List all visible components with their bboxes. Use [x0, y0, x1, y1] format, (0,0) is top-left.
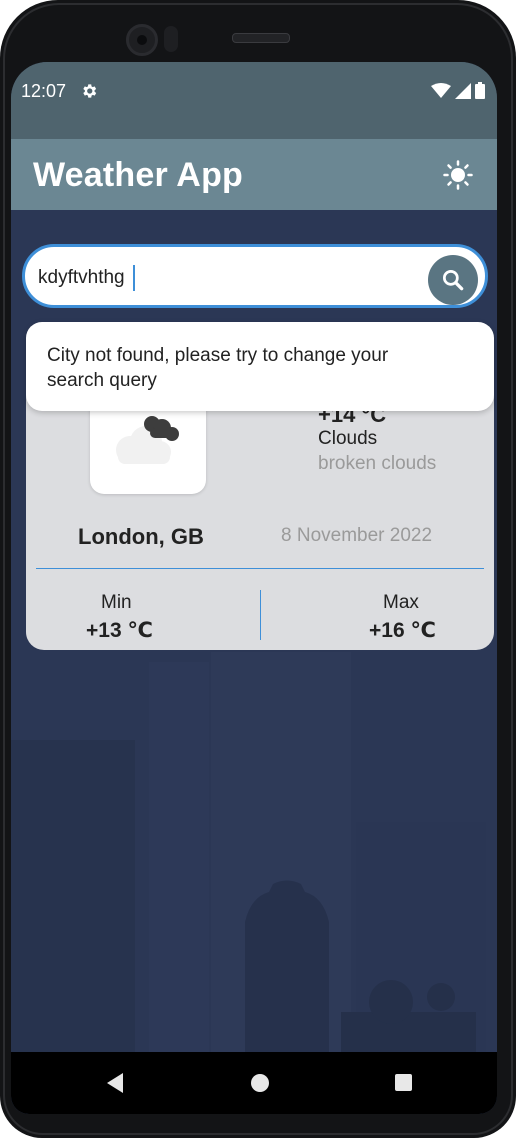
search-input[interactable] — [38, 265, 418, 291]
recent-apps-icon[interactable] — [395, 1074, 412, 1091]
min-temp-value: +13 ℃ — [86, 619, 153, 642]
signal-icon — [455, 82, 471, 104]
back-icon[interactable] — [105, 1072, 125, 1099]
max-temp-label: Max — [383, 592, 419, 613]
divider — [36, 568, 484, 569]
weather-description: broken clouds — [318, 453, 437, 474]
city-name: London, GB — [78, 524, 204, 549]
status-time: 12:07 — [21, 81, 67, 101]
screen: 12:07 Weather App kdyftvhthg +14 °C Clou… — [11, 62, 497, 1114]
status-bar: 12:07 — [11, 62, 497, 139]
sensor — [164, 26, 178, 52]
front-camera — [126, 24, 158, 56]
search-icon[interactable] — [428, 255, 478, 305]
app-title: Weather App — [33, 156, 244, 194]
app-bar: Weather App — [11, 139, 497, 210]
wifi-icon — [431, 82, 451, 104]
phone-frame: 12:07 Weather App kdyftvhthg +14 °C Clou… — [0, 0, 516, 1138]
max-temp-value: +16 ℃ — [369, 619, 436, 642]
divider-vertical — [260, 590, 261, 640]
min-temp-label: Min — [101, 592, 132, 613]
battery-icon — [475, 82, 485, 104]
error-toast: City not found, please try to change you… — [26, 322, 494, 411]
sun-icon[interactable] — [439, 156, 477, 194]
weather-condition: Clouds — [318, 428, 378, 449]
search-bar — [22, 244, 488, 308]
navigation-bar — [11, 1052, 497, 1114]
weather-date: 8 November 2022 — [281, 525, 433, 546]
earpiece-speaker — [232, 33, 290, 43]
gear-icon — [80, 82, 98, 105]
text-caret — [133, 265, 135, 291]
home-icon[interactable] — [251, 1074, 269, 1092]
error-message: City not found, please try to change you… — [47, 345, 389, 391]
